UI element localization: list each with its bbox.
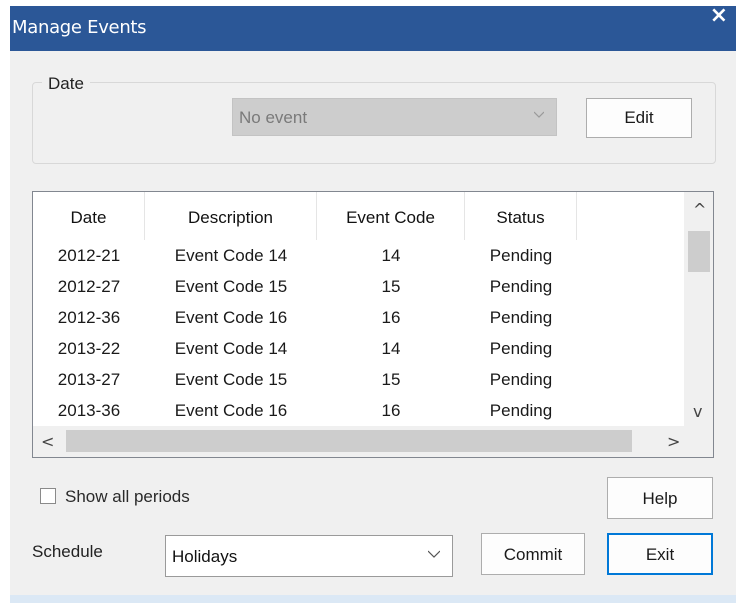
show-all-periods-label[interactable]: Show all periods [65, 487, 190, 507]
cell-status: Pending [489, 277, 553, 296]
table-row[interactable]: 2013-27 Event Code 15 15 Pending [33, 366, 681, 397]
title-bar: Manage Events × [10, 3, 736, 51]
table-row[interactable]: 2013-22 Event Code 14 14 Pending [33, 335, 681, 366]
table-header: Date Description Event Code Status [33, 192, 681, 240]
cell-description: Event Code 15 [174, 277, 288, 296]
cell-description: Event Code 16 [174, 308, 288, 327]
column-header-date[interactable]: Date [33, 192, 145, 240]
scroll-right-icon[interactable]: > [667, 432, 680, 451]
table-row[interactable]: 2012-21 Event Code 14 14 Pending [33, 242, 681, 273]
cell-event-code: 16 [381, 308, 401, 327]
cell-status: Pending [489, 308, 553, 327]
scroll-up-icon[interactable]: ^ [693, 200, 706, 219]
cell-date: 2012-21 [57, 246, 121, 265]
column-header-status[interactable]: Status [465, 192, 577, 240]
cell-event-code: 16 [381, 401, 401, 420]
cell-date: 2012-36 [57, 308, 121, 327]
date-group-legend: Date [42, 74, 90, 94]
chevron-down-icon [534, 111, 544, 118]
cell-status: Pending [489, 370, 553, 389]
close-icon[interactable]: × [710, 3, 728, 28]
exit-button[interactable]: Exit [607, 533, 713, 575]
edit-button[interactable]: Edit [586, 98, 692, 138]
schedule-select[interactable]: Holidays [165, 535, 453, 577]
commit-button-label: Commit [503, 545, 563, 564]
table-row[interactable]: 2013-36 Event Code 16 16 Pending [33, 397, 681, 428]
schedule-label: Schedule [32, 542, 103, 561]
show-all-periods-checkbox[interactable] [40, 488, 56, 504]
cell-event-code: 15 [381, 370, 401, 389]
event-select[interactable]: No event [232, 98, 557, 136]
column-header-description[interactable]: Description [145, 192, 317, 240]
manage-events-dialog: Manage Events × Date No event Edit Date … [10, 3, 736, 603]
cell-description: Event Code 14 [174, 339, 288, 358]
cell-date: 2013-36 [57, 401, 121, 420]
cell-event-code: 14 [381, 246, 401, 265]
cell-description: Event Code 16 [174, 401, 288, 420]
edit-button-label: Edit [624, 108, 654, 127]
commit-button[interactable]: Commit [481, 533, 585, 575]
help-button[interactable]: Help [607, 477, 713, 519]
cell-event-code: 14 [381, 339, 401, 358]
horizontal-scrollbar[interactable]: < > [33, 426, 713, 457]
scroll-down-icon[interactable]: v [693, 402, 702, 421]
event-select-value: No event [239, 108, 308, 127]
cell-description: Event Code 14 [174, 246, 288, 265]
cell-date: 2013-22 [57, 339, 121, 358]
events-table[interactable]: Date Description Event Code Status 2012-… [32, 191, 714, 458]
table-row[interactable]: 2012-36 Event Code 16 16 Pending [33, 304, 681, 335]
cell-date: 2013-27 [57, 370, 121, 389]
cell-date: 2012-27 [57, 277, 121, 296]
vertical-scroll-thumb[interactable] [688, 231, 710, 272]
cell-status: Pending [489, 339, 553, 358]
horizontal-scroll-thumb[interactable] [66, 430, 632, 452]
dialog-bottom-edge [10, 595, 736, 603]
vertical-scrollbar[interactable]: ^ v [684, 192, 713, 427]
column-header-event-code[interactable]: Event Code [317, 192, 465, 240]
window-title: Manage Events [12, 17, 147, 38]
schedule-select-value: Holidays [172, 547, 238, 566]
scroll-left-icon[interactable]: < [41, 432, 54, 451]
table-row[interactable]: 2012-27 Event Code 15 15 Pending [33, 273, 681, 304]
cell-event-code: 15 [381, 277, 401, 296]
cell-description: Event Code 15 [174, 370, 288, 389]
exit-button-label: Exit [645, 545, 675, 564]
help-button-label: Help [642, 489, 678, 508]
cell-status: Pending [489, 401, 553, 420]
cell-status: Pending [489, 246, 553, 265]
chevron-down-icon [428, 550, 440, 558]
